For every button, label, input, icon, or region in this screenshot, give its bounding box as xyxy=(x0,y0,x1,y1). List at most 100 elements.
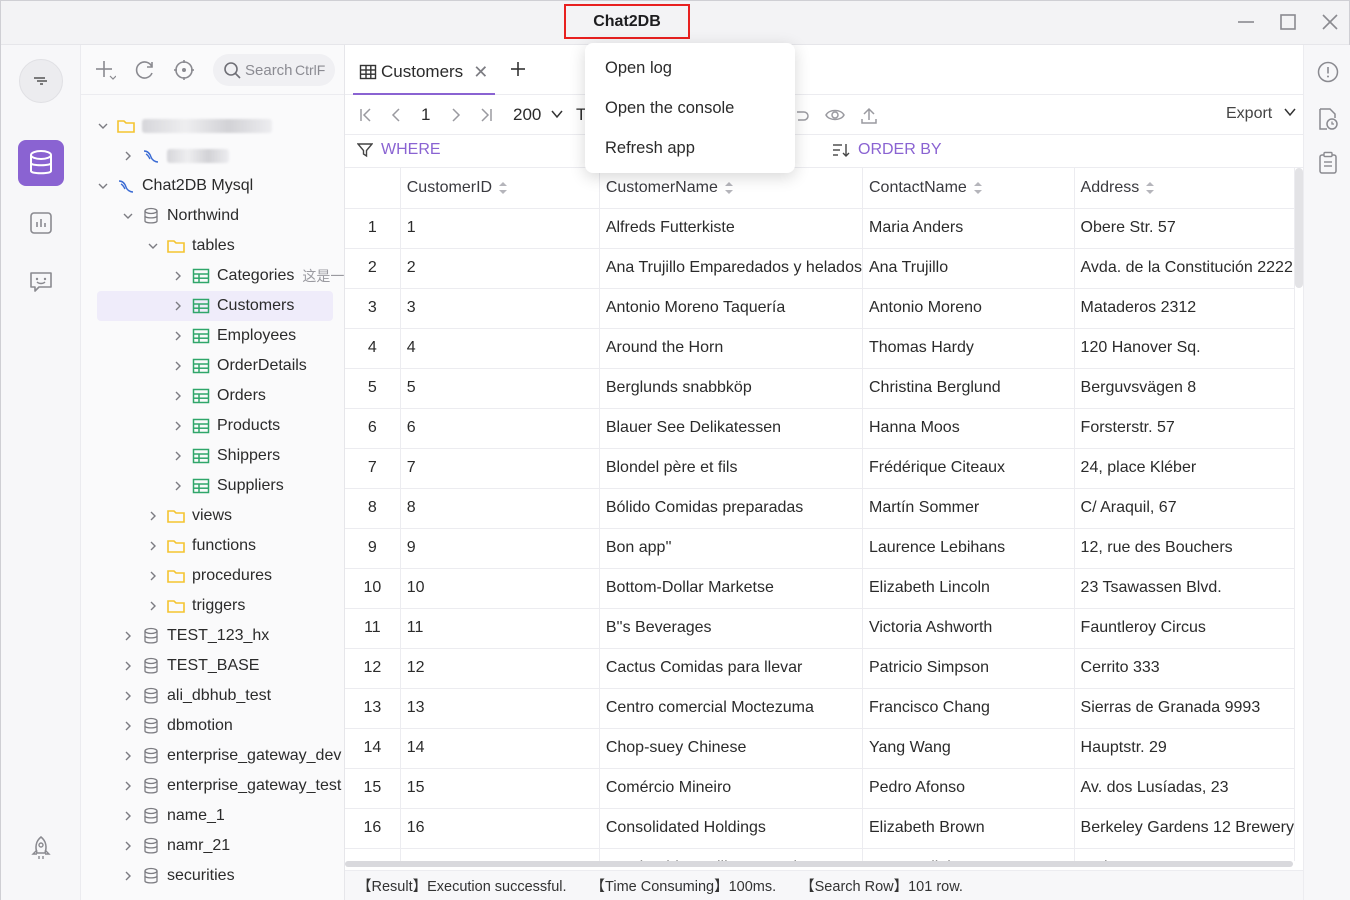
table-row[interactable]: 9 9 Bon app'' Laurence Lebihans 12, rue des … xyxy=(345,528,1295,569)
table-cell[interactable]: Chop-suey Chinese xyxy=(599,728,863,769)
clipboard-icon[interactable] xyxy=(1317,151,1339,174)
table-cell[interactable]: Berguvsvägen 8 xyxy=(1074,368,1295,409)
first-page-icon[interactable] xyxy=(357,106,375,124)
rocket-icon[interactable] xyxy=(18,825,64,871)
tree-table-orderdetails[interactable]: OrderDetails xyxy=(172,351,344,381)
table-cell[interactable]: Cerrito 333 xyxy=(1074,648,1295,689)
table-cell[interactable]: Walserweg 21 xyxy=(1074,848,1295,861)
table-cell[interactable]: B''s Beverages xyxy=(599,608,863,649)
table-cell[interactable]: Obere Str. 57 xyxy=(1074,208,1295,249)
table-cell[interactable]: Thomas Hardy xyxy=(862,328,1075,369)
table-row[interactable]: 1717Drachenblut DelikatessendSven Ottlie… xyxy=(345,848,1295,861)
table-row[interactable]: 3 3 Antonio Moreno Taquería Antonio Moreno M… xyxy=(345,288,1295,329)
table-cell[interactable]: 9 xyxy=(400,528,600,569)
table-cell[interactable]: Mataderos 2312 xyxy=(1074,288,1295,329)
vertical-scrollbar[interactable] xyxy=(1295,168,1303,288)
table-cell[interactable]: 23 Tsawassen Blvd. xyxy=(1074,568,1295,609)
table-cell[interactable]: Bólido Comidas preparadas xyxy=(599,488,863,529)
tree-database-northwind[interactable]: Northwind xyxy=(122,201,344,231)
table-cell[interactable]: 8 xyxy=(400,488,600,529)
table-cell[interactable]: Forsterstr. 57 xyxy=(1074,408,1295,449)
page-number[interactable]: 1 xyxy=(421,105,430,125)
table-cell[interactable]: Centro comercial Moctezuma xyxy=(599,688,863,729)
tree-database-item[interactable]: enterprise_gateway_dev xyxy=(122,741,344,771)
table-cell[interactable]: 2 xyxy=(400,248,600,289)
table-cell[interactable]: 17 xyxy=(400,848,600,861)
menu-item-open-log[interactable]: Open log xyxy=(585,48,795,88)
table-cell[interactable]: Patricio Simpson xyxy=(862,648,1075,689)
table-cell[interactable]: 12 xyxy=(400,648,600,689)
table-cell[interactable]: Comércio Mineiro xyxy=(599,768,863,809)
table-cell[interactable]: 7 xyxy=(400,448,600,489)
table-cell[interactable]: Avda. de la Constitución 2222 xyxy=(1074,248,1295,289)
table-cell[interactable]: Berglunds snabbköp xyxy=(599,368,863,409)
info-icon[interactable] xyxy=(1317,61,1339,83)
tree-connection-chat2db-mysql[interactable]: Chat2DB Mysql xyxy=(97,171,333,201)
table-row[interactable]: 4 4 Around the Horn Thomas Hardy 120 Hanover… xyxy=(345,328,1295,369)
table-cell[interactable]: Fauntleroy Circus xyxy=(1074,608,1295,649)
page-size-select[interactable]: 200 xyxy=(513,105,564,125)
chart-icon[interactable] xyxy=(18,200,64,246)
menu-item-open-console[interactable]: Open the console xyxy=(585,88,795,128)
tree-connection-redacted-1[interactable] xyxy=(97,111,333,141)
tree-database-item[interactable]: securities xyxy=(122,861,344,891)
tree-table-suppliers[interactable]: Suppliers xyxy=(172,471,344,501)
refresh-icon[interactable] xyxy=(134,59,156,81)
tree-search[interactable]: CtrlF xyxy=(213,54,335,86)
tree-table-orders[interactable]: Orders xyxy=(172,381,344,411)
tab-customers[interactable]: Customers ✕ xyxy=(353,51,495,95)
next-page-icon[interactable] xyxy=(447,106,465,124)
table-cell[interactable]: 14 xyxy=(400,728,600,769)
table-cell[interactable]: Francisco Chang xyxy=(862,688,1075,729)
table-cell[interactable]: Consolidated Holdings xyxy=(599,808,863,849)
table-row[interactable]: 13 13 Centro comercial Moctezuma Francisco … xyxy=(345,688,1295,729)
table-cell[interactable]: Av. dos Lusíadas, 23 xyxy=(1074,768,1295,809)
table-cell[interactable]: Alfreds Futterkiste xyxy=(599,208,863,249)
locate-icon[interactable] xyxy=(173,59,195,81)
table-cell[interactable]: Blondel père et fils xyxy=(599,448,863,489)
table-cell[interactable]: Hanna Moos xyxy=(862,408,1075,449)
table-cell[interactable]: Sven Ottlieb xyxy=(862,848,1075,861)
close-icon[interactable] xyxy=(1319,11,1341,33)
database-icon[interactable] xyxy=(18,140,64,186)
horizontal-scrollbar[interactable] xyxy=(345,861,1293,867)
tree-database-item[interactable]: namr_21 xyxy=(122,831,344,861)
tree-table-shippers[interactable]: Shippers xyxy=(172,441,344,471)
sort-arrows-icon[interactable] xyxy=(1145,180,1155,196)
tree-database-item[interactable]: enterprise_gateway_test xyxy=(122,771,344,801)
table-cell[interactable]: Cactus Comidas para llevar xyxy=(599,648,863,689)
order-by-filter[interactable]: ORDER BY xyxy=(832,141,942,159)
table-cell[interactable]: Sierras de Granada 9993 xyxy=(1074,688,1295,729)
table-cell[interactable]: Christina Berglund xyxy=(862,368,1075,409)
table-cell[interactable]: 120 Hanover Sq. xyxy=(1074,328,1295,369)
prev-page-icon[interactable] xyxy=(387,106,405,124)
table-row[interactable]: 2 2 Ana Trujillo Emparedados y helados Ana … xyxy=(345,248,1295,289)
table-cell[interactable]: Elizabeth Lincoln xyxy=(862,568,1075,609)
where-filter[interactable]: WHERE xyxy=(357,141,441,159)
tree-folder-triggers[interactable]: triggers xyxy=(147,591,344,621)
tree-folder-views[interactable]: views xyxy=(147,501,344,531)
table-cell[interactable]: Bon app'' xyxy=(599,528,863,569)
table-cell[interactable]: Laurence Lebihans xyxy=(862,528,1075,569)
table-row[interactable]: 16 16 Consolidated Holdings Elizabeth Brown… xyxy=(345,808,1295,849)
tree-database-item[interactable]: TEST_123_hx xyxy=(122,621,344,651)
table-cell[interactable]: 24, place Kléber xyxy=(1074,448,1295,489)
tree-folder-tables[interactable]: tables xyxy=(147,231,344,261)
sort-arrows-icon[interactable] xyxy=(498,180,508,196)
table-cell[interactable]: 15 xyxy=(400,768,600,809)
column-header[interactable]: CustomerID xyxy=(400,168,600,209)
add-connection-icon[interactable] xyxy=(94,59,117,81)
sort-arrows-icon[interactable] xyxy=(973,180,983,196)
add-tab-icon[interactable] xyxy=(506,57,530,81)
tree-table-products[interactable]: Products xyxy=(172,411,344,441)
column-header[interactable]: CustomerName xyxy=(599,168,863,209)
table-cell[interactable]: 16 xyxy=(400,808,600,849)
table-cell[interactable]: Martín Sommer xyxy=(862,488,1075,529)
history-document-icon[interactable] xyxy=(1317,107,1339,130)
table-cell[interactable]: Elizabeth Brown xyxy=(862,808,1075,849)
table-cell[interactable]: 4 xyxy=(400,328,600,369)
table-cell[interactable]: Berkeley Gardens 12 Brewery xyxy=(1074,808,1295,849)
table-row[interactable]: 11 11 B''s Beverages Victoria Ashworth Faunt… xyxy=(345,608,1295,649)
tree-database-item[interactable]: dbmotion xyxy=(122,711,344,741)
table-row[interactable]: 5 5 Berglunds snabbköp Christina Berglund Be… xyxy=(345,368,1295,409)
